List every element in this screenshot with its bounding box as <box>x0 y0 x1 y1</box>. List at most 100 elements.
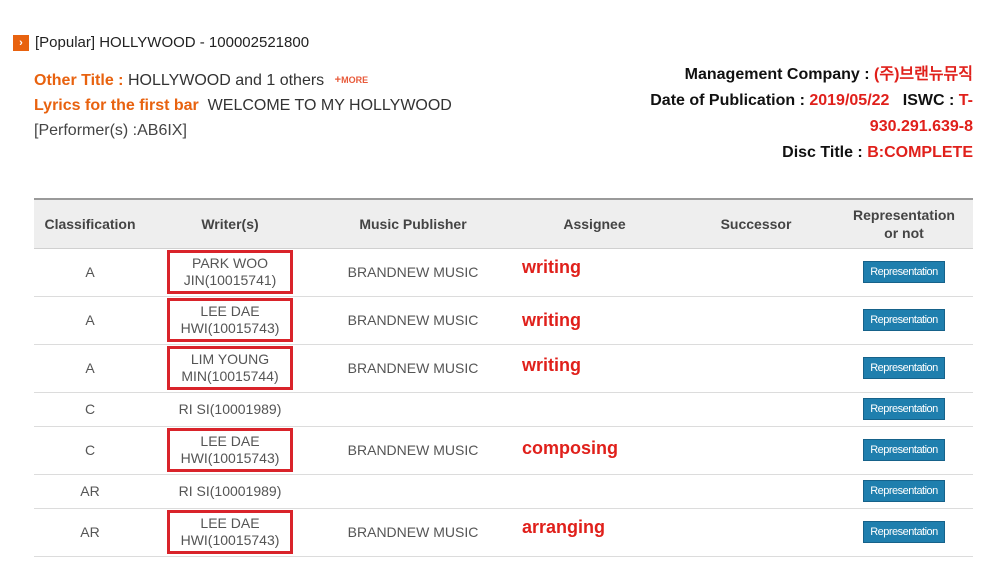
rights-table: Classification Writer(s) Music Publisher… <box>34 198 973 557</box>
cell-writer: LIM YOUNG MIN(10015744) <box>146 344 314 393</box>
table-row: AR LEE DAE HWI(10015743) BRANDNEW MUSIC a… <box>34 508 973 557</box>
table-row: C RI SI(10001989) Representation <box>34 392 973 427</box>
table-row: A PARK WOO JIN(10015741) BRANDNEW MUSIC w… <box>34 248 973 297</box>
assignee-annotation: writing <box>522 309 581 330</box>
song-info-right: Management Company : (주)브랜뉴뮤직 Date of Pu… <box>533 62 973 166</box>
cell-assignee: composing <box>512 426 677 475</box>
lyrics-label: Lyrics for the first bar <box>34 97 199 114</box>
writer-name-line1: LIM YOUNG <box>190 351 270 367</box>
writer-name-line2: MIN(10015744) <box>181 368 279 384</box>
representation-button[interactable]: Representation <box>863 439 945 461</box>
more-label: MORE <box>341 75 369 85</box>
cell-successor <box>677 508 835 557</box>
assignee-annotation: arranging <box>522 516 606 537</box>
cell-publisher <box>314 474 512 509</box>
table-row: AR RI SI(10001989) Representation <box>34 474 973 509</box>
lyrics-line: Lyrics for the first bar WELCOME TO MY H… <box>34 93 452 118</box>
cell-assignee <box>512 392 677 427</box>
cell-successor <box>677 248 835 297</box>
representation-button[interactable]: Representation <box>863 521 945 543</box>
cell-assignee: writing <box>512 296 677 345</box>
other-title-line: Other Title : HOLLYWOOD and 1 others +MO… <box>34 68 452 93</box>
cell-publisher <box>314 392 512 427</box>
table-row: C LEE DAE HWI(10015743) BRANDNEW MUSIC co… <box>34 426 973 475</box>
writer-name-line2: JIN(10015741) <box>183 272 277 288</box>
cell-successor <box>677 392 835 427</box>
cell-representation: Representation <box>835 426 973 475</box>
cell-classification: A <box>34 344 146 393</box>
cell-successor <box>677 344 835 393</box>
iswc-value-part2: 930.291.639-8 <box>869 118 973 135</box>
writer-highlight-box: LEE DAE HWI(10015743) <box>167 510 293 554</box>
writer-highlight-box: PARK WOO JIN(10015741) <box>167 250 293 294</box>
writer-name: RI SI(10001989) <box>178 401 282 417</box>
management-label: Management Company : <box>684 66 870 83</box>
cell-successor <box>677 426 835 475</box>
song-title: [Popular] HOLLYWOOD - 100002521800 <box>35 34 310 51</box>
writer-name-line2: HWI(10015743) <box>180 450 280 466</box>
cell-assignee: writing <box>512 248 677 297</box>
cell-writer: LEE DAE HWI(10015743) <box>146 426 314 475</box>
cell-writer: RI SI(10001989) <box>146 392 314 427</box>
writer-name-line2: HWI(10015743) <box>180 320 280 336</box>
representation-button[interactable]: Representation <box>863 398 945 420</box>
header-publisher: Music Publisher <box>314 198 512 249</box>
cell-successor <box>677 474 835 509</box>
representation-button[interactable]: Representation <box>863 480 945 502</box>
assignee-annotation: writing <box>522 354 581 375</box>
writer-name-line1: LEE DAE <box>200 303 260 319</box>
writer-name-line1: LEE DAE <box>200 433 260 449</box>
representation-button[interactable]: Representation <box>863 261 945 283</box>
disc-line: Disc Title : B:COMPLETE <box>533 140 973 166</box>
performer-line: [Performer(s) :AB6IX] <box>34 122 187 139</box>
representation-button[interactable]: Representation <box>863 357 945 379</box>
header-representation-line2: or not <box>884 224 924 241</box>
disc-label: Disc Title : <box>782 144 863 161</box>
iswc-value-part1: T- <box>958 92 973 109</box>
header-writers: Writer(s) <box>146 198 314 249</box>
writer-name-line1: LEE DAE <box>200 515 260 531</box>
header-representation-line1: Representation <box>853 206 955 223</box>
cell-writer: LEE DAE HWI(10015743) <box>146 296 314 345</box>
management-value: (주)브랜뉴뮤직 <box>874 66 973 83</box>
table-row: A LIM YOUNG MIN(10015744) BRANDNEW MUSIC … <box>34 344 973 393</box>
cell-classification: C <box>34 392 146 427</box>
date-iswc-line: Date of Publication : 2019/05/22 ISWC : … <box>533 88 973 114</box>
writer-name-line2: HWI(10015743) <box>180 532 280 548</box>
table-row: A LEE DAE HWI(10015743) BRANDNEW MUSIC wr… <box>34 296 973 345</box>
writer-highlight-box: LIM YOUNG MIN(10015744) <box>167 346 293 390</box>
date-value: 2019/05/22 <box>809 92 890 109</box>
cell-publisher: BRANDNEW MUSIC <box>314 248 512 297</box>
cell-writer: PARK WOO JIN(10015741) <box>146 248 314 297</box>
cell-representation: Representation <box>835 474 973 509</box>
management-line: Management Company : (주)브랜뉴뮤직 <box>533 62 973 88</box>
table-header-row: Classification Writer(s) Music Publisher… <box>34 198 973 249</box>
writer-highlight-box: LEE DAE HWI(10015743) <box>167 298 293 342</box>
header-classification: Classification <box>34 198 146 249</box>
cell-assignee: arranging <box>512 508 677 557</box>
header-representation: Representation or not <box>835 198 973 249</box>
more-link[interactable]: +MORE <box>335 74 369 86</box>
cell-representation: Representation <box>835 344 973 393</box>
cell-assignee: writing <box>512 344 677 393</box>
cell-representation: Representation <box>835 296 973 345</box>
writer-name: RI SI(10001989) <box>178 483 282 499</box>
date-label: Date of Publication : <box>650 92 805 109</box>
cell-writer: RI SI(10001989) <box>146 474 314 509</box>
song-info-left: Other Title : HOLLYWOOD and 1 others +MO… <box>34 68 452 143</box>
other-title-label: Other Title : <box>34 72 124 89</box>
cell-publisher: BRANDNEW MUSIC <box>314 296 512 345</box>
cell-publisher: BRANDNEW MUSIC <box>314 426 512 475</box>
chevron-right-icon: › <box>13 34 29 51</box>
cell-assignee <box>512 474 677 509</box>
representation-button[interactable]: Representation <box>863 309 945 331</box>
assignee-annotation: composing <box>522 437 619 458</box>
lyrics-value: WELCOME TO MY HOLLYWOOD <box>207 97 452 114</box>
header-assignee: Assignee <box>512 198 677 249</box>
cell-representation: Representation <box>835 248 973 297</box>
iswc-label: ISWC : <box>902 92 955 109</box>
cell-classification: C <box>34 426 146 475</box>
cell-publisher: BRANDNEW MUSIC <box>314 508 512 557</box>
cell-representation: Representation <box>835 508 973 557</box>
disc-value: B:COMPLETE <box>867 144 973 161</box>
